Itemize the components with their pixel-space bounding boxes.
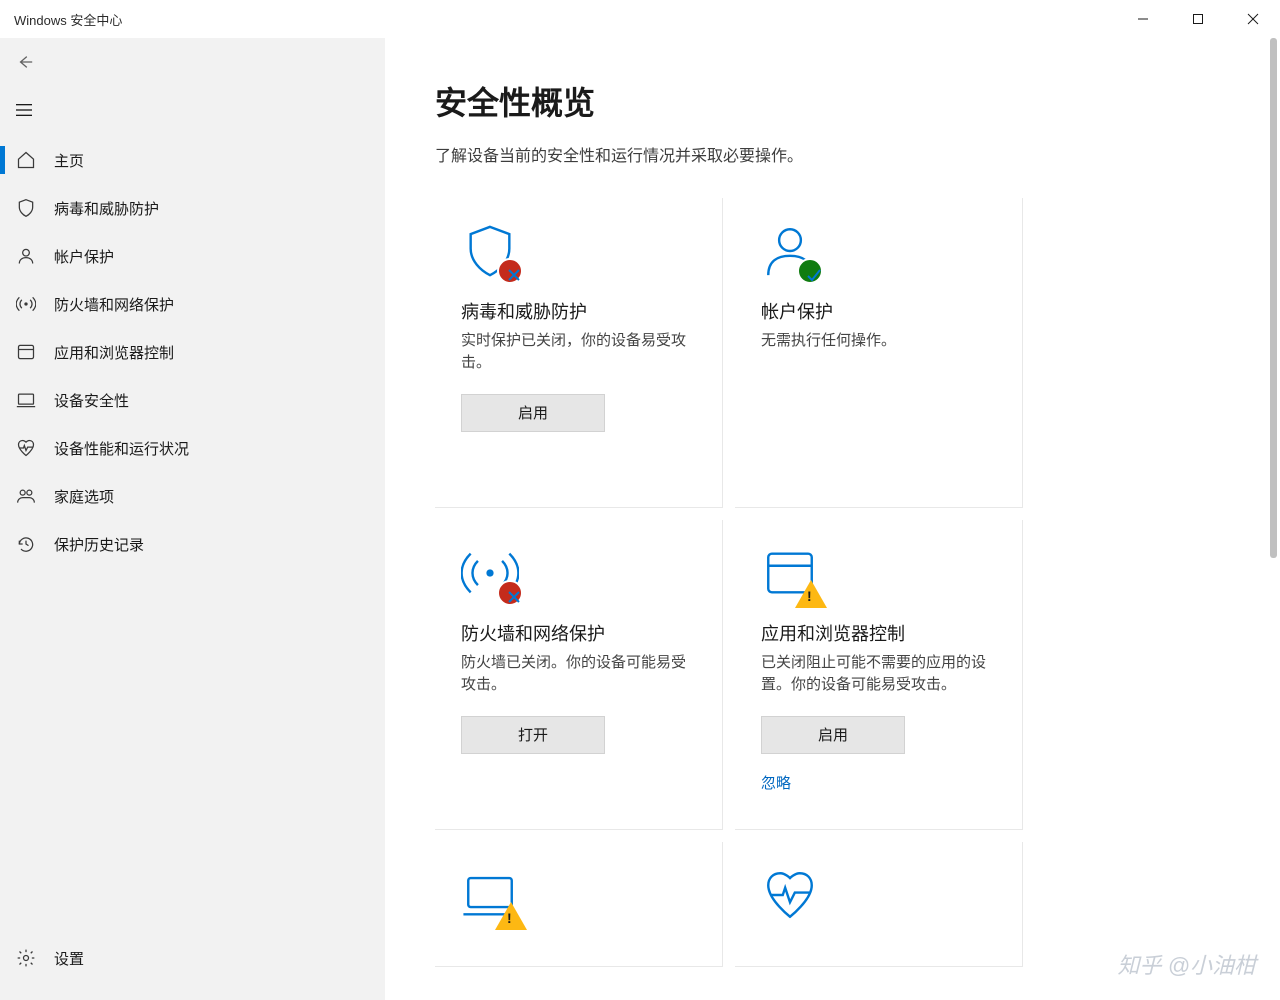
window-controls bbox=[1115, 0, 1280, 38]
card-desc: 无需执行任何操作。 bbox=[761, 330, 996, 352]
close-button[interactable] bbox=[1225, 0, 1280, 38]
sidebar-item-label: 帐户保护 bbox=[54, 246, 114, 267]
sidebar-item-label: 保护历史记录 bbox=[54, 534, 144, 555]
shield-icon bbox=[14, 196, 38, 220]
sidebar-item-virus[interactable]: 病毒和威胁防护 bbox=[0, 184, 385, 232]
card-appbrowser[interactable]: 应用和浏览器控制 已关闭阻止可能不需要的应用的设置。你的设备可能易受攻击。 启用… bbox=[735, 520, 1023, 830]
history-icon bbox=[14, 532, 38, 556]
card-virus[interactable]: 病毒和威胁防护 实时保护已关闭，你的设备易受攻击。 启用 bbox=[435, 198, 723, 508]
window-title: Windows 安全中心 bbox=[14, 10, 122, 29]
sidebar-item-devicesec[interactable]: 设备安全性 bbox=[0, 376, 385, 424]
sidebar-item-label: 家庭选项 bbox=[54, 486, 114, 507]
heart-icon bbox=[761, 866, 819, 924]
card-firewall[interactable]: 防火墙和网络保护 防火墙已关闭。你的设备可能易受攻击。 打开 bbox=[435, 520, 723, 830]
sidebar-item-perf[interactable]: 设备性能和运行状况 bbox=[0, 424, 385, 472]
app-icon bbox=[14, 340, 38, 364]
family-icon bbox=[14, 484, 38, 508]
home-icon bbox=[14, 148, 38, 172]
minimize-button[interactable] bbox=[1115, 0, 1170, 38]
radio-icon bbox=[461, 544, 519, 602]
hamburger-button[interactable] bbox=[0, 86, 48, 134]
sidebar-item-settings[interactable]: 设置 bbox=[0, 934, 385, 982]
sidebar-item-account[interactable]: 帐户保护 bbox=[0, 232, 385, 280]
sidebar-item-firewall[interactable]: 防火墙和网络保护 bbox=[0, 280, 385, 328]
person-icon bbox=[761, 222, 819, 280]
card-title: 帐户保护 bbox=[761, 298, 996, 324]
card-title: 病毒和威胁防护 bbox=[461, 298, 696, 324]
sidebar-item-label: 设备安全性 bbox=[54, 390, 129, 411]
status-badge-error bbox=[497, 580, 523, 606]
sidebar-item-history[interactable]: 保护历史记录 bbox=[0, 520, 385, 568]
person-icon bbox=[14, 244, 38, 268]
titlebar: Windows 安全中心 bbox=[0, 0, 1280, 38]
card-title: 防火墙和网络保护 bbox=[461, 620, 696, 646]
open-button[interactable]: 打开 bbox=[461, 716, 605, 754]
sidebar: 主页 病毒和威胁防护 帐户保护 防火墙和网络保护 bbox=[0, 38, 385, 1000]
app-icon bbox=[761, 544, 819, 602]
page-subtitle: 了解设备当前的安全性和运行情况并采取必要操作。 bbox=[435, 142, 1230, 166]
gear-icon bbox=[14, 946, 38, 970]
sidebar-item-label: 病毒和威胁防护 bbox=[54, 198, 159, 219]
radio-icon bbox=[14, 292, 38, 316]
status-badge-ok bbox=[797, 258, 823, 284]
sidebar-item-label: 主页 bbox=[54, 150, 84, 171]
hamburger-icon bbox=[16, 103, 32, 117]
minimize-icon bbox=[1137, 13, 1149, 25]
maximize-icon bbox=[1192, 13, 1204, 25]
device-icon bbox=[14, 388, 38, 412]
status-badge-warn bbox=[795, 580, 827, 608]
card-grid: 病毒和威胁防护 实时保护已关闭，你的设备易受攻击。 启用 帐户保护 无需执行任何… bbox=[435, 198, 1230, 967]
card-perf[interactable] bbox=[735, 842, 1023, 967]
sidebar-item-label: 应用和浏览器控制 bbox=[54, 342, 174, 363]
shield-icon bbox=[461, 222, 519, 280]
card-desc: 防火墙已关闭。你的设备可能易受攻击。 bbox=[461, 652, 696, 696]
status-badge-error bbox=[497, 258, 523, 284]
nav-footer: 设置 bbox=[0, 934, 385, 1000]
sidebar-item-family[interactable]: 家庭选项 bbox=[0, 472, 385, 520]
app: 主页 病毒和威胁防护 帐户保护 防火墙和网络保护 bbox=[0, 38, 1280, 1000]
card-title: 应用和浏览器控制 bbox=[761, 620, 996, 646]
card-account[interactable]: 帐户保护 无需执行任何操作。 bbox=[735, 198, 1023, 508]
enable-button[interactable]: 启用 bbox=[761, 716, 905, 754]
page-title: 安全性概览 bbox=[435, 78, 1230, 124]
scrollbar-thumb[interactable] bbox=[1270, 38, 1277, 558]
sidebar-item-label: 设置 bbox=[54, 948, 84, 969]
content: 安全性概览 了解设备当前的安全性和运行情况并采取必要操作。 病毒和威胁防护 实时… bbox=[385, 38, 1280, 1000]
maximize-button[interactable] bbox=[1170, 0, 1225, 38]
card-desc: 实时保护已关闭，你的设备易受攻击。 bbox=[461, 330, 696, 374]
enable-button[interactable]: 启用 bbox=[461, 394, 605, 432]
scrollbar[interactable] bbox=[1266, 38, 1280, 1000]
sidebar-item-appbrowser[interactable]: 应用和浏览器控制 bbox=[0, 328, 385, 376]
sidebar-item-label: 设备性能和运行状况 bbox=[54, 438, 189, 459]
back-button[interactable] bbox=[0, 38, 385, 86]
card-device[interactable] bbox=[435, 842, 723, 967]
ignore-link[interactable]: 忽略 bbox=[761, 772, 996, 793]
sidebar-item-home[interactable]: 主页 bbox=[0, 136, 385, 184]
close-icon bbox=[1247, 13, 1259, 25]
heart-icon bbox=[14, 436, 38, 460]
sidebar-item-label: 防火墙和网络保护 bbox=[54, 294, 174, 315]
device-icon bbox=[461, 866, 519, 924]
back-arrow-icon bbox=[16, 53, 34, 71]
status-badge-warn bbox=[495, 902, 527, 930]
card-desc: 已关闭阻止可能不需要的应用的设置。你的设备可能易受攻击。 bbox=[761, 652, 996, 696]
nav-items: 主页 病毒和威胁防护 帐户保护 防火墙和网络保护 bbox=[0, 136, 385, 934]
